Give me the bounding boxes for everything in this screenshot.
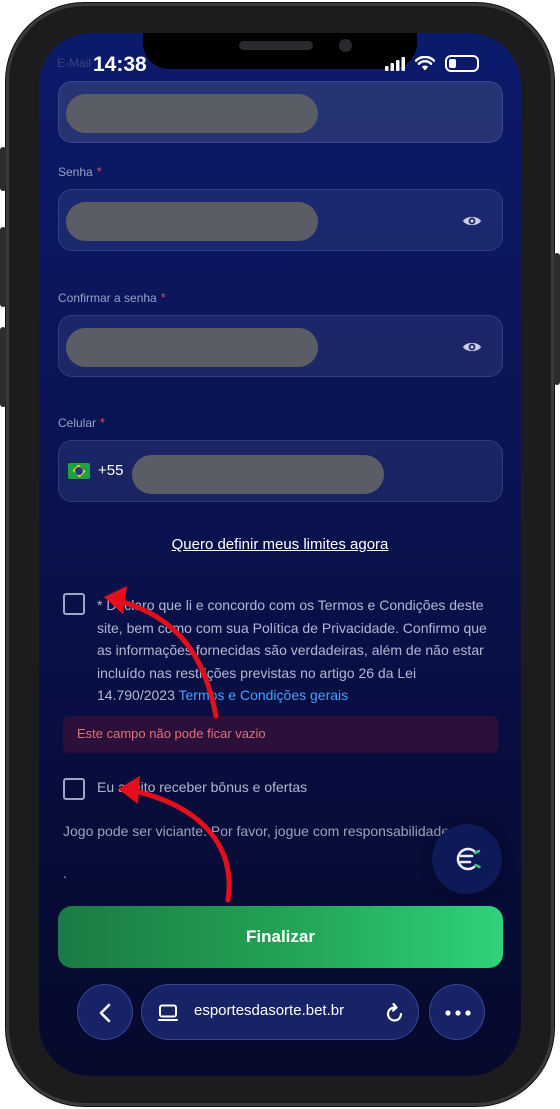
mute-switch	[0, 147, 6, 191]
signal-icon	[385, 56, 405, 71]
phone-value-redacted	[132, 455, 384, 494]
browser-back-button[interactable]	[77, 984, 133, 1040]
tabs-icon	[158, 1004, 178, 1021]
terms-consent-text: * Declaro que li e concordo com os Termo…	[97, 594, 497, 707]
confirm-password-field[interactable]	[58, 315, 503, 377]
phone-prefix: +55	[98, 462, 124, 479]
submit-button[interactable]: Finalizar	[58, 906, 503, 968]
notch	[143, 33, 417, 69]
terms-checkbox[interactable]	[63, 593, 85, 615]
required-marker: *	[160, 290, 166, 305]
chevron-left-icon	[99, 1003, 111, 1023]
set-limits-link[interactable]: Quero definir meus limites agora	[39, 536, 521, 553]
confirm-password-label: Confirmar a senha *	[58, 290, 166, 305]
password-label: Senha *	[58, 164, 102, 179]
email-field[interactable]	[58, 81, 503, 143]
show-password-eye-icon[interactable]	[462, 211, 482, 231]
wifi-icon	[415, 56, 435, 71]
brazil-flag-icon	[68, 463, 90, 479]
more-dots-icon	[445, 1010, 471, 1016]
phone-label: Celular *	[58, 415, 105, 430]
phone-screen: E-Mail 14:38 Senha * Confirmar a senha *…	[39, 33, 521, 1076]
password-label-text: Senha	[58, 165, 93, 179]
browser-address-bar[interactable]: esportesdasorte.bet.br	[141, 984, 419, 1040]
confirm-password-label-text: Confirmar a senha	[58, 291, 157, 305]
volume-down-button	[0, 327, 6, 407]
chat-logo-icon	[456, 847, 481, 871]
terms-link[interactable]: Termos e Condições gerais	[179, 687, 349, 703]
support-chat-button[interactable]	[432, 824, 502, 894]
reload-icon[interactable]	[385, 1002, 405, 1024]
phone-label-text: Celular	[58, 416, 97, 430]
confirm-password-value-redacted	[66, 328, 318, 367]
camera	[339, 39, 352, 52]
status-icons	[385, 55, 479, 72]
status-time: 14:38	[93, 53, 147, 76]
phone-field[interactable]: +55	[58, 440, 503, 502]
trailing-dot: .	[63, 865, 67, 881]
volume-up-button	[0, 227, 6, 307]
speaker	[239, 41, 313, 50]
bonus-consent-text: Eu aceito receber bônus e ofertas	[97, 779, 308, 795]
show-confirm-password-eye-icon[interactable]	[462, 337, 482, 357]
battery-icon	[445, 55, 479, 72]
password-field[interactable]	[58, 189, 503, 251]
power-button	[554, 253, 560, 385]
password-value-redacted	[66, 202, 318, 241]
responsible-gaming-warning: Jogo pode ser viciante. Por favor, jogue…	[63, 823, 450, 839]
browser-more-button[interactable]	[429, 984, 485, 1040]
email-label: E-Mail	[57, 56, 92, 70]
bonus-checkbox[interactable]	[63, 778, 85, 800]
browser-url: esportesdasorte.bet.br	[194, 1002, 345, 1019]
email-value-redacted	[66, 94, 318, 133]
required-marker: *	[96, 164, 102, 179]
required-marker: *	[100, 415, 106, 430]
error-message: Este campo não pode ficar vazio	[63, 716, 498, 753]
